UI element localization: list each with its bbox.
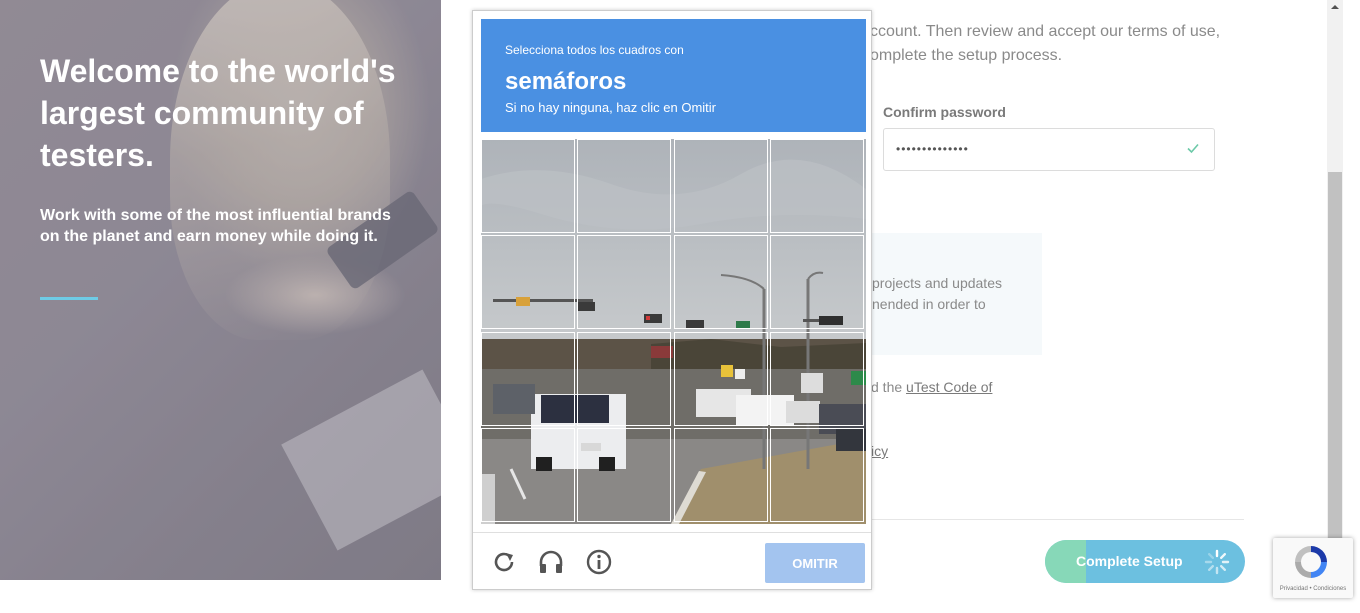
- captcha-tile[interactable]: [674, 428, 768, 522]
- privacy-policy-link[interactable]: icy: [871, 443, 888, 459]
- captcha-tile[interactable]: [770, 428, 864, 522]
- loading-spinner-icon: [1204, 549, 1230, 575]
- skip-button[interactable]: OMITIR: [765, 543, 865, 583]
- captcha-footer: OMITIR: [473, 532, 871, 590]
- code-prefix: d the: [871, 379, 907, 395]
- confirm-password-label: Confirm password: [883, 104, 1006, 120]
- captcha-challenge: Selecciona todos los cuadros con semáfor…: [472, 10, 872, 590]
- code-of-conduct-text: d the uTest Code of: [871, 379, 992, 395]
- recaptcha-logo-icon: [1295, 546, 1327, 578]
- captcha-tile[interactable]: [577, 332, 671, 426]
- code-of-conduct-link[interactable]: uTest Code of: [906, 379, 992, 395]
- policy-text: icy: [871, 443, 888, 459]
- captcha-tile[interactable]: [674, 235, 768, 329]
- captcha-tile[interactable]: [481, 428, 575, 522]
- captcha-tile[interactable]: [577, 139, 671, 233]
- complete-setup-label: Complete Setup: [1076, 553, 1183, 569]
- intro-text-line-2: omplete the setup process.: [870, 47, 1063, 64]
- scroll-up-arrow-icon[interactable]: [1329, 2, 1341, 12]
- captcha-tile[interactable]: [577, 428, 671, 522]
- check-icon: [1187, 143, 1199, 154]
- captcha-tile[interactable]: [770, 139, 864, 233]
- hero-title: Welcome to the world's largest community…: [40, 53, 396, 173]
- recaptcha-badge[interactable]: Privacidad • Condiciones: [1273, 538, 1353, 598]
- info-text-line-1: projects and updates: [872, 275, 1002, 291]
- captcha-tile[interactable]: [770, 332, 864, 426]
- captcha-tile[interactable]: [770, 235, 864, 329]
- captcha-tile[interactable]: [674, 139, 768, 233]
- intro-text-line-1: ccount. Then review and accept our terms…: [870, 23, 1221, 40]
- info-text-line-2: nended in order to: [872, 296, 986, 312]
- captcha-hint: Si no hay ninguna, haz clic en Omitir: [505, 100, 716, 115]
- captcha-instruction: Selecciona todos los cuadros con: [505, 43, 684, 57]
- reload-icon[interactable]: [490, 548, 518, 576]
- info-box: projects and updates nended in order to: [864, 233, 1042, 355]
- captcha-target-object: semáforos: [505, 68, 627, 95]
- hero-subtitle: Work with some of the most influential b…: [40, 207, 391, 245]
- confirm-password-value: ••••••••••••••: [896, 142, 969, 156]
- captcha-image-grid: [481, 139, 866, 524]
- captcha-tile[interactable]: [481, 139, 575, 233]
- form-divider: [871, 519, 1244, 520]
- audio-icon[interactable]: [537, 548, 565, 576]
- complete-setup-button[interactable]: Complete Setup: [1045, 540, 1245, 583]
- captcha-tile[interactable]: [481, 332, 575, 426]
- scrollbar-thumb[interactable]: [1328, 172, 1342, 540]
- confirm-password-field[interactable]: ••••••••••••••: [883, 128, 1215, 171]
- hero-accent-line: [40, 297, 98, 300]
- captcha-tile[interactable]: [674, 332, 768, 426]
- captcha-header: Selecciona todos los cuadros con semáfor…: [481, 19, 866, 132]
- captcha-tile[interactable]: [481, 235, 575, 329]
- info-icon[interactable]: [585, 548, 613, 576]
- hero-panel: Welcome to the world's largest community…: [0, 0, 441, 580]
- recaptcha-badge-text: Privacidad • Condiciones: [1279, 586, 1347, 592]
- captcha-tile[interactable]: [577, 235, 671, 329]
